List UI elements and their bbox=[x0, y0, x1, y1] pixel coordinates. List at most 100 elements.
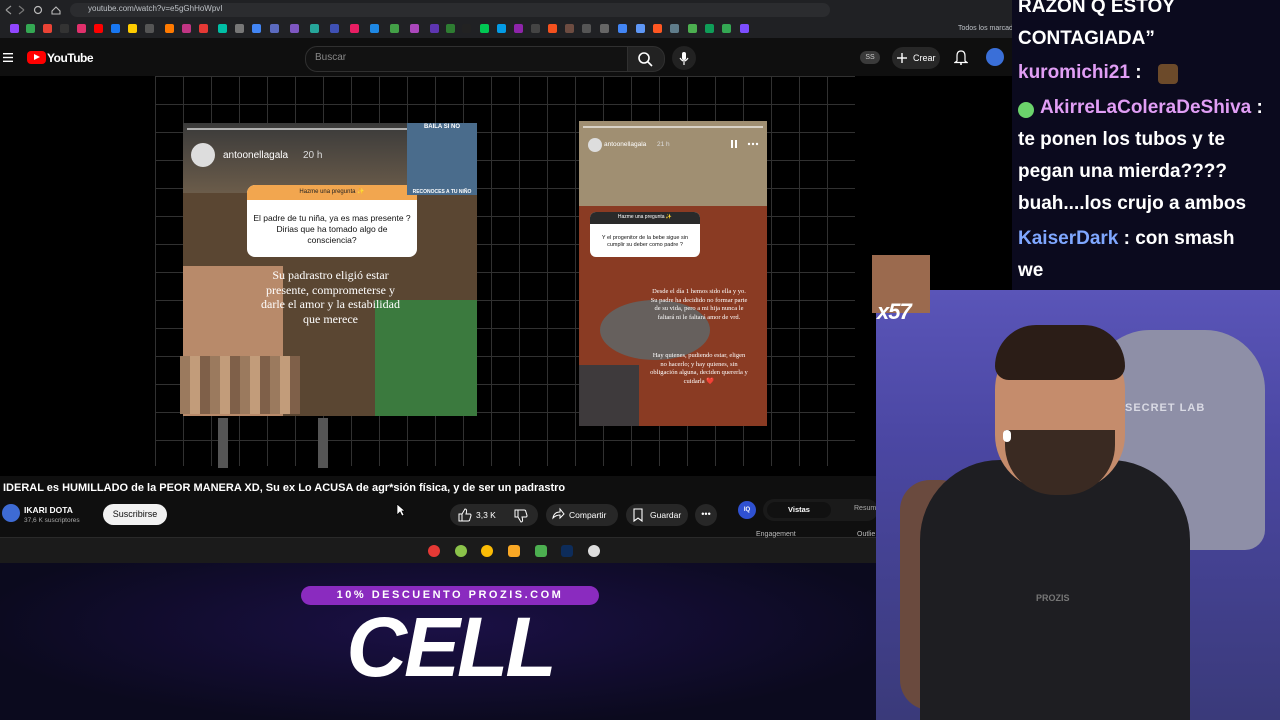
meme-sticker-bottom-text: RECONOCES A TU NIÑO bbox=[412, 189, 472, 195]
taskbar-app-icon[interactable] bbox=[588, 545, 600, 557]
bookmark-icon[interactable] bbox=[370, 24, 379, 33]
chat-username: AkirreLaColeraDeShiva bbox=[1040, 97, 1252, 118]
bookmark-icon[interactable] bbox=[548, 24, 557, 33]
bookmark-icon[interactable] bbox=[582, 24, 591, 33]
chat-badge-icon bbox=[1018, 102, 1034, 118]
bookmark-save-icon bbox=[633, 508, 643, 523]
bookmark-icon[interactable] bbox=[77, 24, 86, 33]
bookmark-icon[interactable] bbox=[618, 24, 627, 33]
account-avatar[interactable] bbox=[986, 48, 1004, 66]
taskbar-app-icon[interactable] bbox=[535, 545, 547, 557]
chat-username: kuromichi21 bbox=[1018, 62, 1130, 83]
channel-name[interactable]: IKARI DOTA bbox=[24, 505, 73, 515]
bookmark-icon[interactable] bbox=[514, 24, 523, 33]
bookmark-icon[interactable] bbox=[390, 24, 399, 33]
story-username: antoonellagala bbox=[604, 141, 647, 148]
bookmark-icon[interactable] bbox=[165, 24, 174, 33]
url-text: youtube.com/watch?v=e5gGhHoWpvI bbox=[88, 4, 223, 13]
subscribe-button[interactable]: Suscribirse bbox=[103, 504, 167, 525]
bookmark-icon[interactable] bbox=[199, 24, 208, 33]
chat-message: AkirreLaColeraDeShiva : bbox=[1040, 97, 1263, 119]
folder-icon[interactable] bbox=[508, 545, 520, 557]
bookmark-icon[interactable] bbox=[497, 24, 506, 33]
chat-separator: : bbox=[1251, 97, 1263, 118]
bookmark-icon[interactable] bbox=[128, 24, 137, 33]
dislike-icon[interactable] bbox=[514, 509, 528, 523]
bookmark-icon[interactable] bbox=[636, 24, 645, 33]
bookmark-icon[interactable] bbox=[218, 24, 227, 33]
gmail-icon[interactable] bbox=[43, 24, 52, 33]
bookmark-icon[interactable] bbox=[26, 24, 35, 33]
x-icon[interactable] bbox=[60, 24, 69, 33]
youtube-logo-text[interactable]: YouTube bbox=[47, 51, 94, 65]
extension-icon[interactable]: IQ bbox=[738, 501, 756, 519]
tab-vistas[interactable]: Vistas bbox=[767, 502, 831, 518]
story-photo bbox=[579, 121, 767, 206]
bookmark-icon[interactable] bbox=[531, 24, 540, 33]
streamer-body bbox=[920, 460, 1190, 720]
play-icon bbox=[34, 54, 40, 60]
story-answer-text: Su padrastro eligió estar presente, comp… bbox=[261, 268, 400, 326]
all-bookmarks-folder[interactable]: Todos los marcador bbox=[958, 25, 1019, 32]
chat-message-text: RAZON Q ESTOY bbox=[1018, 0, 1175, 17]
bookmark-icon[interactable] bbox=[462, 24, 471, 33]
bookmark-icon[interactable] bbox=[290, 24, 299, 33]
shirt-logo: PROZIS bbox=[1036, 593, 1070, 603]
bookmark-icon[interactable] bbox=[410, 24, 419, 33]
bookmark-icon[interactable] bbox=[600, 24, 609, 33]
story-avatar bbox=[588, 138, 602, 152]
bookmark-icon[interactable] bbox=[10, 24, 19, 33]
bookmark-icon[interactable] bbox=[350, 24, 359, 33]
chat-message-text: : con smash bbox=[1118, 228, 1235, 249]
bookmark-icon[interactable] bbox=[670, 24, 679, 33]
notifications-bell-icon[interactable] bbox=[954, 50, 968, 65]
share-icon bbox=[552, 507, 565, 520]
bookmark-icon[interactable] bbox=[446, 24, 455, 33]
bookmark-icon[interactable] bbox=[145, 24, 154, 33]
chat-message-text: buah....los crujo a ambos bbox=[1018, 193, 1247, 214]
tab-resumen[interactable]: Resum bbox=[854, 505, 876, 512]
bookmark-icon[interactable] bbox=[235, 24, 244, 33]
bookmark-icon[interactable] bbox=[111, 24, 120, 33]
promo-big-text: CELL bbox=[346, 600, 556, 694]
bookmark-icon[interactable] bbox=[252, 24, 261, 33]
language-badge[interactable]: SS bbox=[860, 51, 880, 64]
bookmark-icon[interactable] bbox=[705, 24, 714, 33]
taskbar-app-icon[interactable] bbox=[455, 545, 467, 557]
microphone-icon bbox=[679, 52, 689, 65]
bookmark-icon[interactable] bbox=[480, 24, 489, 33]
bookmark-icon[interactable] bbox=[310, 24, 319, 33]
bookmark-icon[interactable] bbox=[740, 24, 749, 33]
taskbar-app-icon[interactable] bbox=[428, 545, 440, 557]
menu-icon[interactable] bbox=[3, 53, 13, 62]
bookmark-icon[interactable] bbox=[330, 24, 339, 33]
chrome-icon[interactable] bbox=[481, 545, 493, 557]
search-button[interactable] bbox=[627, 46, 665, 72]
chat-message: kuromichi21 : bbox=[1018, 62, 1142, 84]
bookmark-icon[interactable] bbox=[270, 24, 279, 33]
more-actions-button[interactable]: ••• bbox=[695, 504, 717, 526]
voice-search-button[interactable] bbox=[672, 46, 696, 70]
pause-icon bbox=[731, 140, 733, 148]
search-input[interactable] bbox=[305, 46, 629, 72]
save-label: Guardar bbox=[650, 510, 682, 520]
chat-message-text: pegan una mierda???? bbox=[1018, 161, 1228, 182]
channel-avatar[interactable] bbox=[2, 504, 20, 522]
pixelated-area bbox=[180, 356, 300, 414]
chat-message-text: CONTAGIADA” bbox=[1018, 28, 1155, 49]
like-icon[interactable] bbox=[458, 508, 472, 522]
youtube-bookmark-icon[interactable] bbox=[94, 24, 103, 33]
question-box-title: Hazme una pregunta ✨ bbox=[299, 189, 365, 195]
chat-emote-icon bbox=[1158, 64, 1178, 84]
chair-logo: SECRET LAB bbox=[1125, 402, 1206, 414]
bookmark-icon[interactable] bbox=[430, 24, 439, 33]
nav-buttons[interactable] bbox=[4, 4, 64, 16]
photoshop-icon[interactable] bbox=[561, 545, 573, 557]
bookmark-icon[interactable] bbox=[565, 24, 574, 33]
bookmark-icon[interactable] bbox=[182, 24, 191, 33]
bookmark-icon[interactable] bbox=[722, 24, 731, 33]
bookmark-icon[interactable] bbox=[653, 24, 662, 33]
taskbar bbox=[0, 537, 880, 564]
share-label: Compartir bbox=[569, 510, 607, 520]
bookmark-icon[interactable] bbox=[688, 24, 697, 33]
